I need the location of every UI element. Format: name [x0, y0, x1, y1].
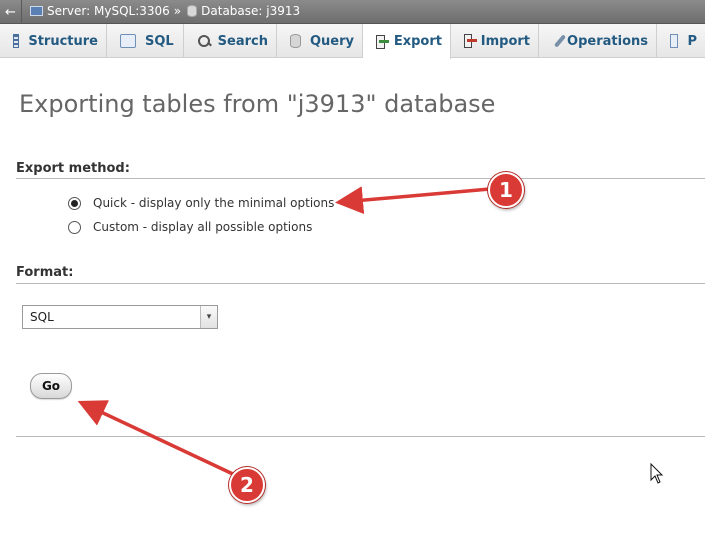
mouse-cursor-icon [650, 463, 664, 484]
annotation-callout-2: 2 [229, 467, 265, 503]
annotation-arrow-1 [335, 186, 491, 215]
annotation-callout-1: 1 [488, 172, 524, 208]
annotation-arrows [77, 186, 491, 477]
annotation-arrow-2 [77, 400, 236, 477]
